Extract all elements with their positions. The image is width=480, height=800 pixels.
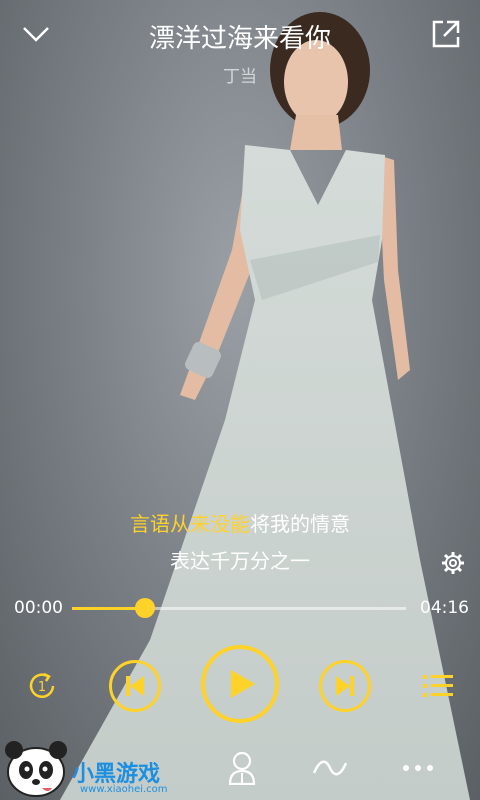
- previous-button[interactable]: [108, 659, 162, 713]
- singer-icon: [228, 751, 256, 785]
- previous-icon: [109, 660, 161, 712]
- lyric-unsung: 将我的情意: [250, 512, 350, 536]
- watermark: 小黑游戏 www.xiaohei.com: [0, 736, 210, 800]
- svg-text:1: 1: [38, 680, 46, 695]
- bottom-bar: 小黑游戏 www.xiaohei.com: [0, 736, 480, 800]
- singer-button[interactable]: [222, 748, 262, 788]
- repeat-one-icon: 1: [29, 672, 55, 698]
- progress-slider[interactable]: [72, 598, 406, 618]
- lyric-settings-button[interactable]: [438, 548, 468, 578]
- progress-fill: [72, 607, 146, 610]
- song-title: 漂洋过海来看你: [148, 24, 331, 54]
- lyric-current: 言语从来没能将我的情意: [0, 508, 480, 537]
- share-button[interactable]: [424, 12, 468, 56]
- playlist-icon: [423, 675, 453, 697]
- next-icon: [319, 660, 371, 712]
- play-icon: [201, 645, 279, 723]
- share-icon: [432, 20, 460, 48]
- repeat-button[interactable]: 1: [22, 666, 62, 706]
- playback-controls: 1: [0, 640, 480, 730]
- watermark-url: www.xiaohei.com: [80, 784, 168, 795]
- play-button[interactable]: [200, 644, 280, 724]
- panda-logo: [5, 741, 67, 797]
- next-button[interactable]: [318, 659, 372, 713]
- playlist-button[interactable]: [418, 666, 458, 706]
- lyric-sung: 言语从来没能: [130, 512, 250, 536]
- more-button[interactable]: [398, 748, 438, 788]
- elapsed-time: 00:00: [14, 598, 63, 618]
- header: 漂洋过海来看你 丁当: [0, 0, 480, 90]
- wave-icon: [312, 760, 348, 776]
- artist-name[interactable]: 丁当: [0, 62, 480, 87]
- wave-button[interactable]: [308, 748, 352, 788]
- lyric-next: 表达千万分之一: [170, 549, 310, 573]
- more-icon: [403, 765, 433, 771]
- total-duration: 04:16: [420, 598, 469, 618]
- gear-icon: [442, 552, 464, 574]
